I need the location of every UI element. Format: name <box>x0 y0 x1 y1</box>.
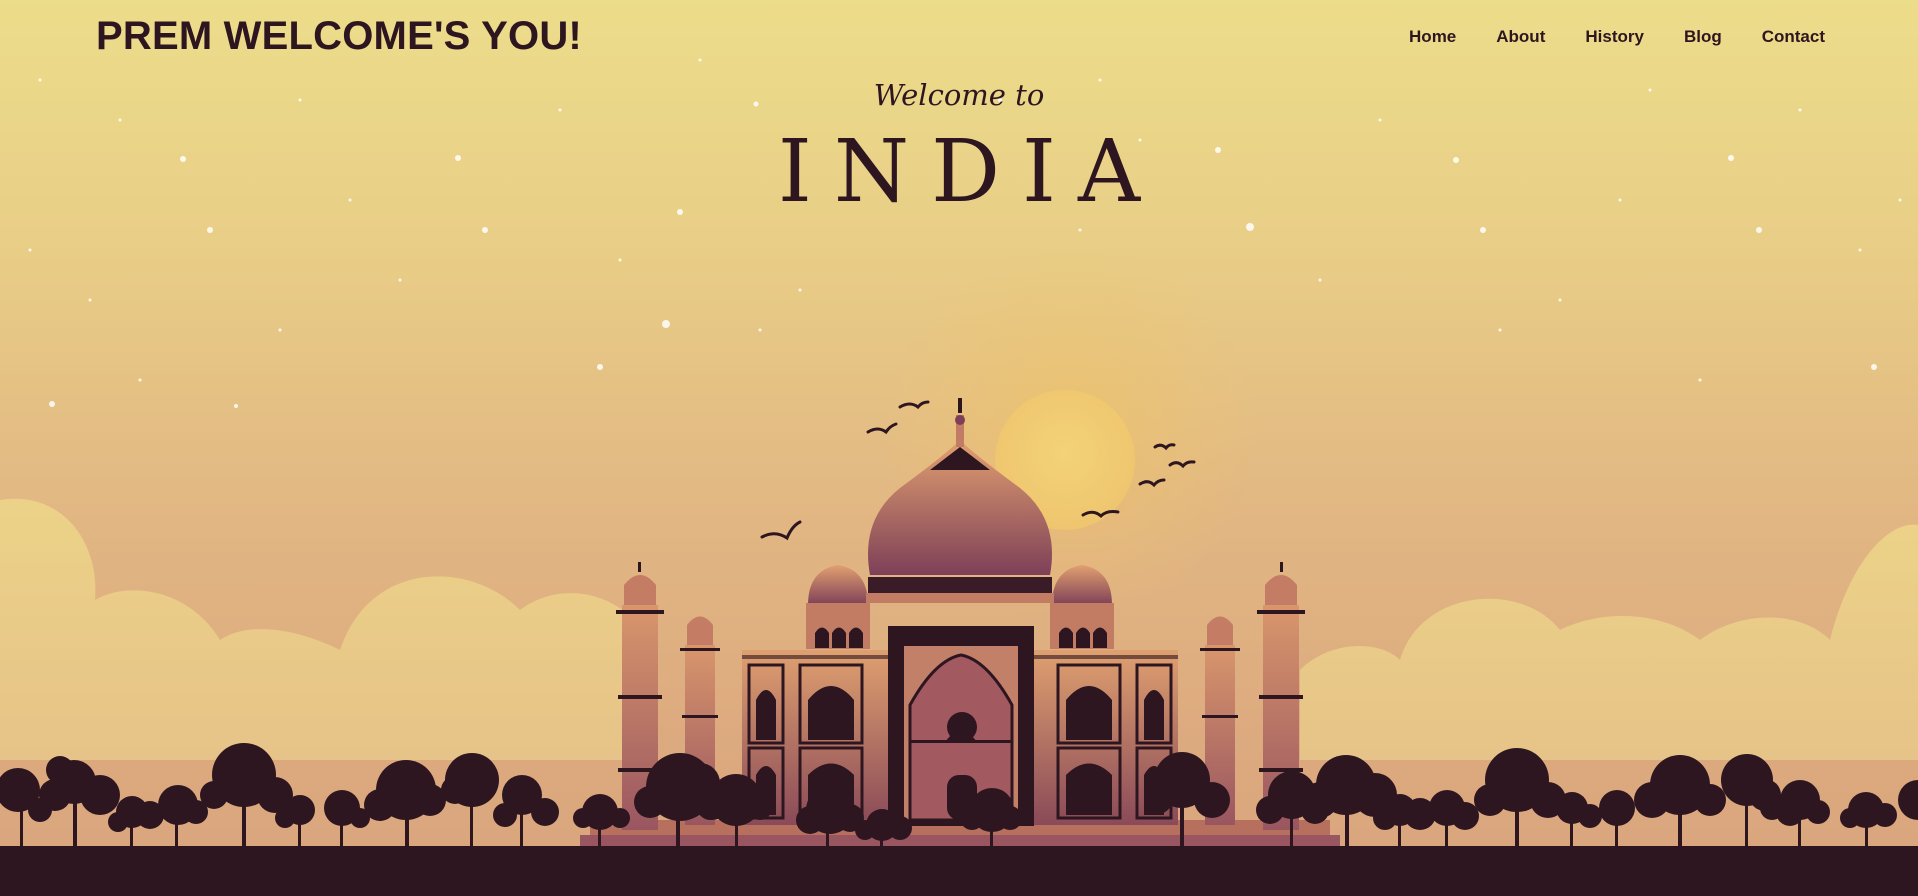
nav-link-blog[interactable]: Blog <box>1684 27 1722 47</box>
hero-welcome-text: Welcome to <box>873 78 1045 112</box>
hero-title: INDIA <box>777 122 1163 222</box>
nav-link-home[interactable]: Home <box>1409 27 1456 47</box>
site-header: PREM WELCOME'S YOU! Home About History B… <box>0 0 1918 75</box>
nav-link-contact[interactable]: Contact <box>1762 27 1825 47</box>
main-nav: Home About History Blog Contact <box>1369 27 1825 47</box>
nav-link-history[interactable]: History <box>1585 27 1644 47</box>
nav-link-about[interactable]: About <box>1496 27 1545 47</box>
site-brand[interactable]: PREM WELCOME'S YOU! <box>96 14 582 59</box>
ground <box>0 848 1918 896</box>
